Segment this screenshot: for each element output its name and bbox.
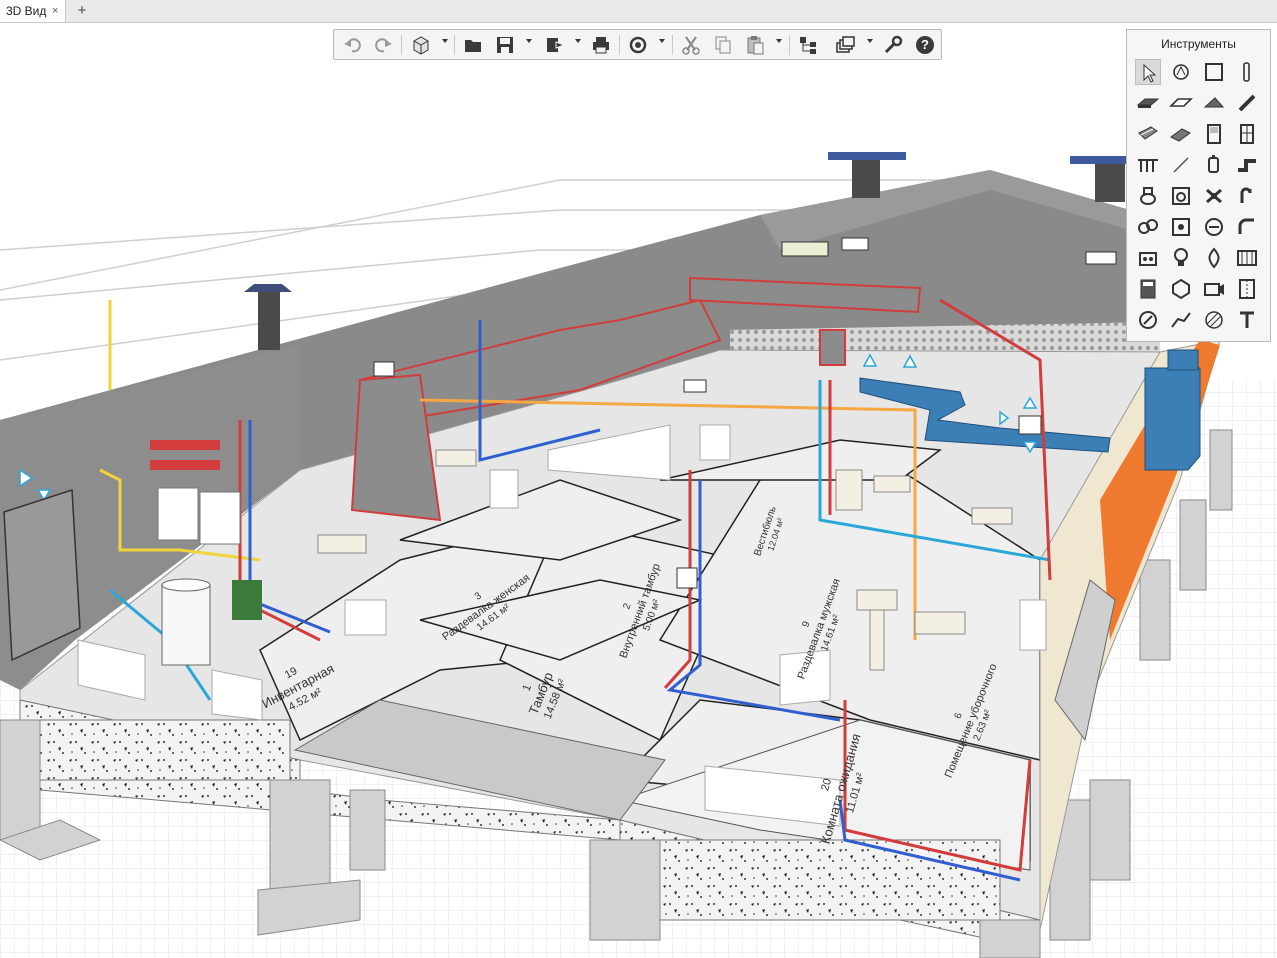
tab-label: 3D Вид [6, 4, 47, 18]
elbow-tool-icon[interactable] [1234, 214, 1260, 240]
roof-tool-icon[interactable] [1201, 90, 1227, 116]
fan-tool-icon[interactable] [1135, 214, 1161, 240]
wrench-icon[interactable] [882, 34, 904, 56]
toilet-tool-icon[interactable] [1135, 183, 1161, 209]
polyline-tool-icon[interactable] [1168, 307, 1194, 333]
open-folder-icon[interactable] [462, 34, 484, 56]
view-cube-dropdown[interactable] [442, 39, 448, 43]
save-icon[interactable] [494, 34, 516, 56]
text-tool-icon[interactable] [1234, 307, 1260, 333]
valve-tool-icon[interactable] [1201, 183, 1227, 209]
lamp-tool-icon[interactable] [1168, 245, 1194, 271]
print-icon[interactable] [590, 34, 612, 56]
main-toolbar: ? [333, 29, 942, 60]
copy-icon[interactable] [712, 34, 734, 56]
boiler-tool-icon[interactable] [1168, 214, 1194, 240]
redo-icon[interactable] [372, 34, 394, 56]
save-dropdown[interactable] [526, 39, 532, 43]
beam-tool-icon[interactable] [1234, 90, 1260, 116]
orbit-icon[interactable] [627, 34, 649, 56]
washer-tool-icon[interactable] [1168, 183, 1194, 209]
tab-close-icon[interactable]: × [52, 0, 58, 22]
line-tool-icon[interactable] [1168, 152, 1194, 178]
object-tool-icon[interactable] [1168, 276, 1194, 302]
slab-tool-icon[interactable] [1135, 90, 1161, 116]
help-icon[interactable]: ? [914, 34, 936, 56]
window-tool-icon[interactable] [1234, 121, 1260, 147]
export-dropdown[interactable] [575, 39, 581, 43]
floor-tool-icon[interactable] [1168, 90, 1194, 116]
layers-icon[interactable] [834, 34, 856, 56]
cabinet-tool-icon[interactable] [1135, 276, 1161, 302]
structure-icon[interactable] [797, 34, 819, 56]
pointer-tool-icon[interactable] [1135, 59, 1161, 85]
svg-text:?: ? [921, 37, 929, 52]
pump-tool-icon[interactable] [1201, 214, 1227, 240]
equipment-tool-icon[interactable] [1135, 245, 1161, 271]
radiator-tool-icon[interactable] [1234, 245, 1260, 271]
railing-tool-icon[interactable] [1135, 152, 1161, 178]
fixture-tool-icon[interactable] [1201, 152, 1227, 178]
tools-panel-title: Инструменты [1161, 37, 1236, 51]
camera-tool-icon[interactable] [1201, 276, 1227, 302]
3d-model-scene: 19 Инвентарная 4.52 м² 1 Тамбур 14.58 м²… [0, 152, 1277, 958]
tab-3d-view[interactable]: 3D Вид × [0, 0, 66, 22]
layers-dropdown[interactable] [867, 39, 873, 43]
pipe-fitting-tool-icon[interactable] [1234, 152, 1260, 178]
door-tool-icon[interactable] [1201, 121, 1227, 147]
dimension-tool-icon[interactable] [1168, 59, 1194, 85]
tab-bar: 3D Вид × + [0, 0, 1277, 23]
paste-dropdown[interactable] [776, 39, 782, 43]
room-tool-icon[interactable] [1201, 59, 1227, 85]
undo-icon[interactable] [342, 34, 364, 56]
new-tab-button[interactable]: + [72, 0, 92, 22]
section-tool-icon[interactable] [1234, 276, 1260, 302]
view-cube-icon[interactable] [410, 34, 432, 56]
tools-panel: Инструменты [1126, 29, 1271, 342]
compass-tool-icon[interactable] [1135, 307, 1161, 333]
orbit-dropdown[interactable] [659, 39, 665, 43]
ramp-tool-icon[interactable] [1168, 121, 1194, 147]
fire-tool-icon[interactable] [1201, 245, 1227, 271]
column-tool-icon[interactable] [1234, 59, 1260, 85]
hatch-tool-icon[interactable] [1201, 307, 1227, 333]
duct-tool-icon[interactable] [1234, 183, 1260, 209]
paste-icon[interactable] [744, 34, 766, 56]
3d-viewport[interactable]: 19 Инвентарная 4.52 м² 1 Тамбур 14.58 м²… [0, 23, 1277, 958]
export-icon[interactable] [544, 34, 566, 56]
stair-tool-icon[interactable] [1135, 121, 1161, 147]
cut-icon[interactable] [680, 34, 702, 56]
